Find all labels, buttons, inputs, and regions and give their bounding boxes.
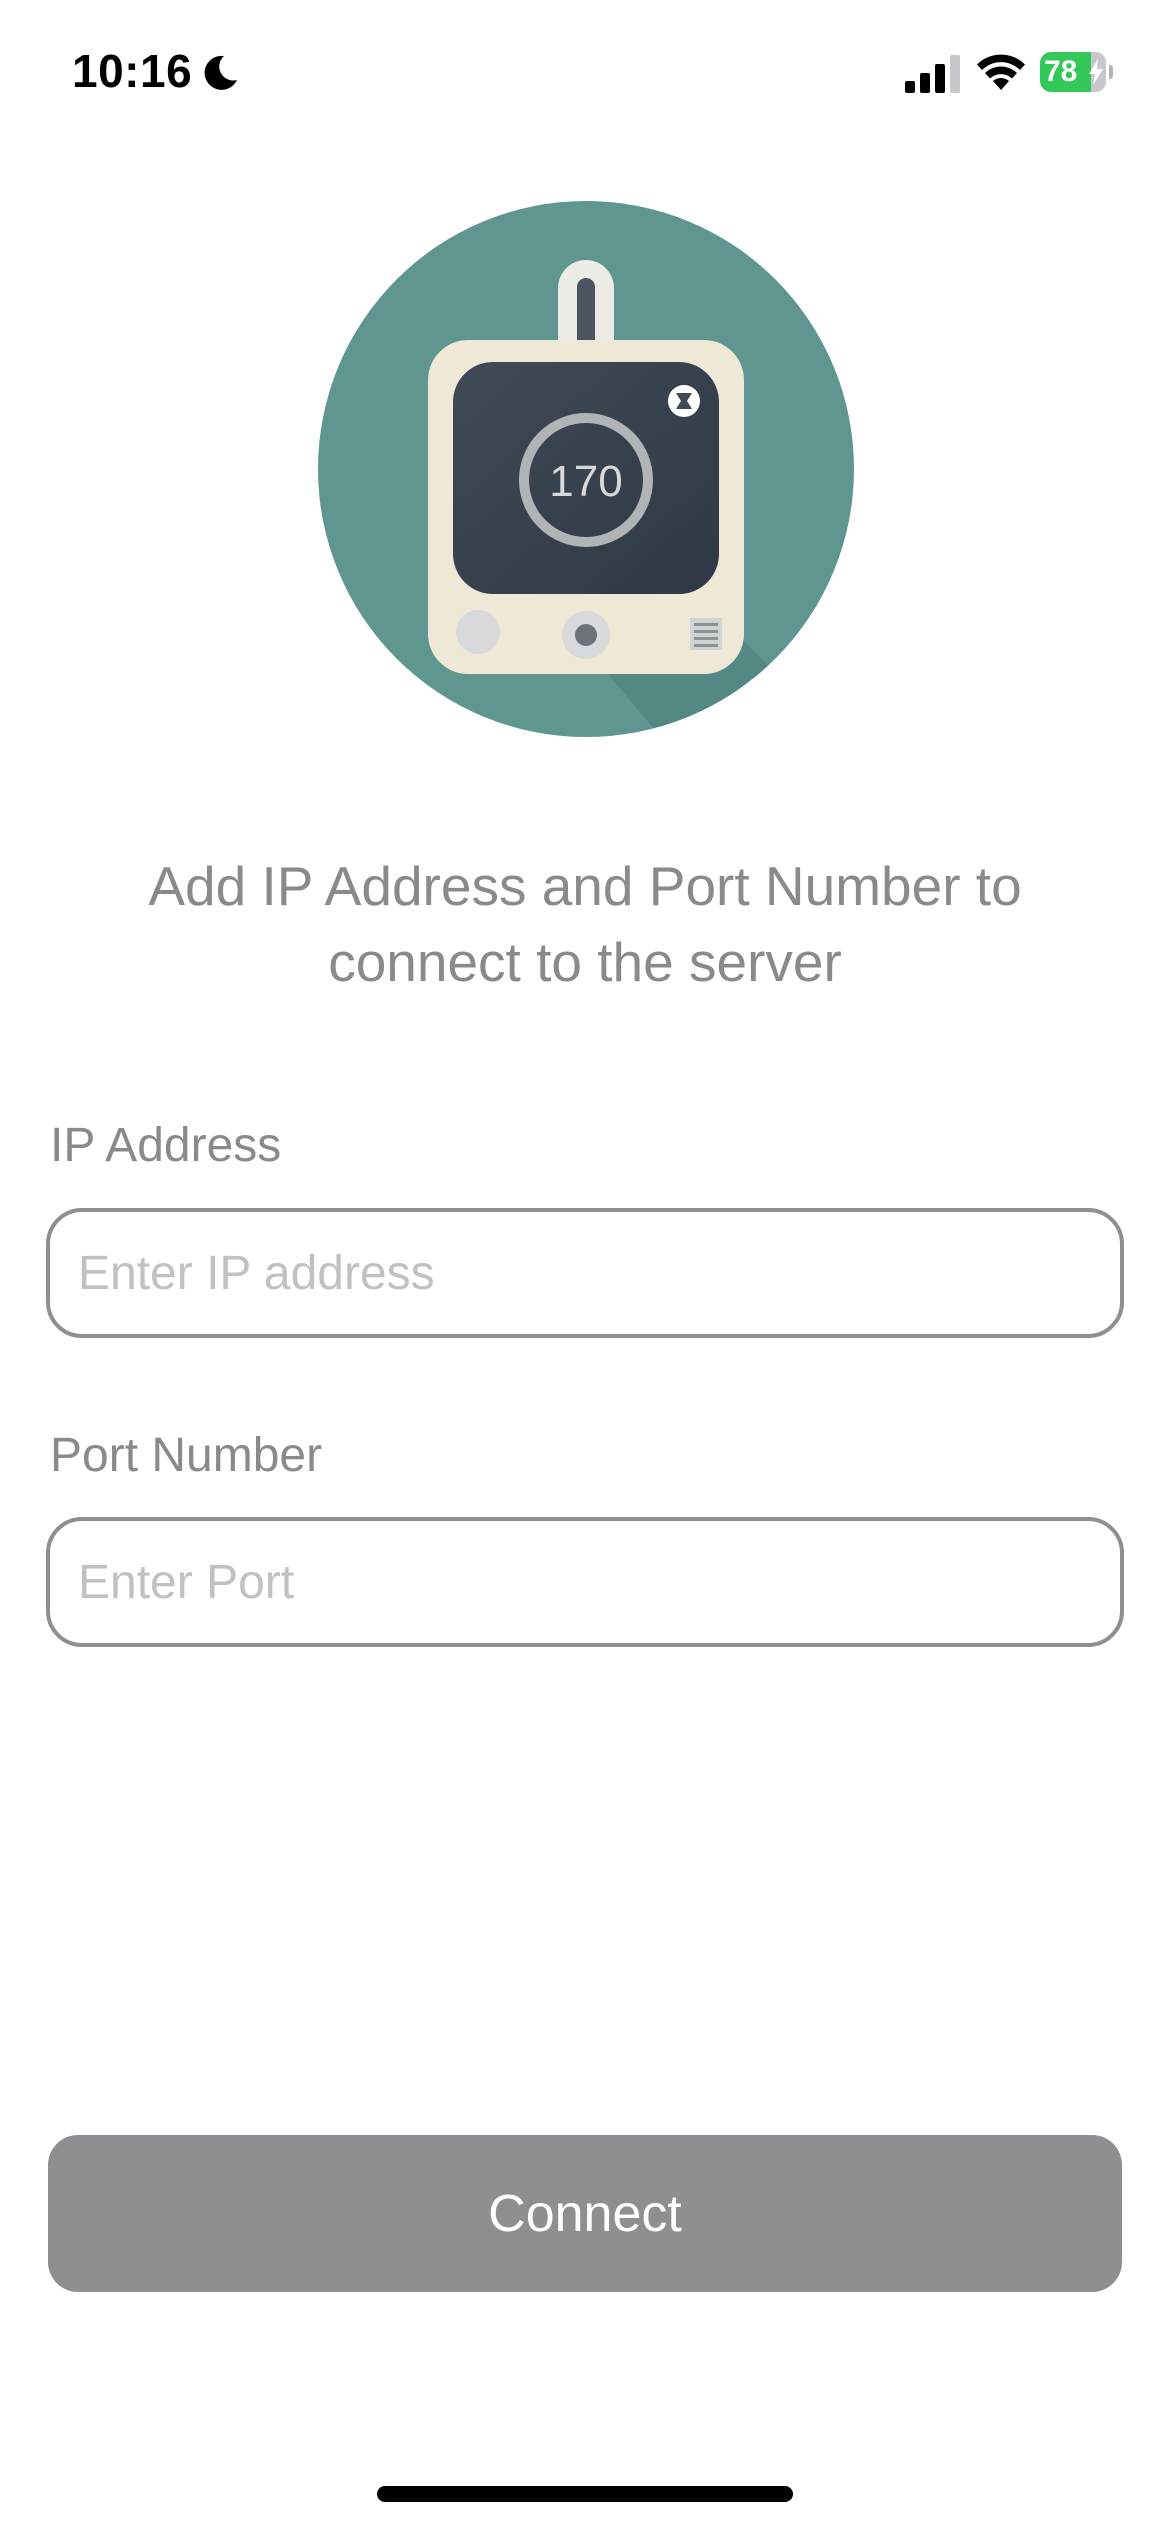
cellular-signal-icon bbox=[905, 55, 960, 93]
battery-cap bbox=[1109, 65, 1113, 79]
battery-icon: 78 bbox=[1040, 52, 1113, 92]
battery-body: 78 bbox=[1040, 52, 1106, 92]
ip-address-label: IP Address bbox=[50, 1119, 282, 1172]
ip-address-input[interactable] bbox=[46, 1208, 1124, 1338]
port-number-input[interactable] bbox=[46, 1517, 1124, 1647]
status-bar: 10:16 78 bbox=[0, 0, 1170, 150]
port-number-label: Port Number bbox=[50, 1429, 323, 1482]
status-time: 10:16 bbox=[72, 45, 193, 97]
moon-icon bbox=[204, 55, 237, 90]
app-logo: 170 bbox=[318, 201, 854, 737]
instruction-text: Add IP Address and Port Number to connec… bbox=[148, 855, 1022, 993]
logo-display-value: 170 bbox=[549, 457, 622, 506]
wifi-icon bbox=[977, 54, 1025, 90]
home-indicator[interactable] bbox=[377, 2486, 793, 2502]
connect-button[interactable]: Connect bbox=[48, 2135, 1122, 2292]
battery-level: 78 bbox=[1044, 55, 1078, 88]
charging-bolt-icon bbox=[1089, 59, 1103, 85]
